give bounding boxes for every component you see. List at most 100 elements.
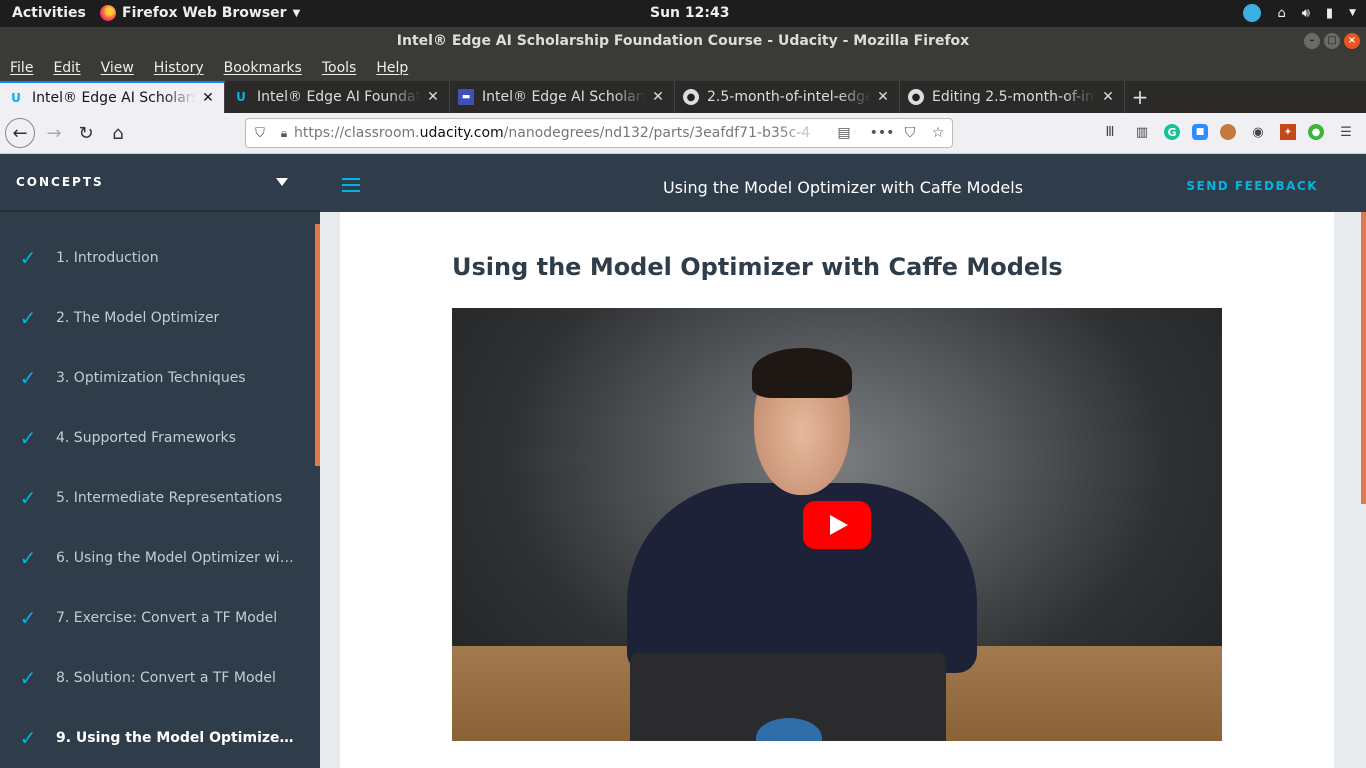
chevron-down-icon: ▼ bbox=[292, 7, 301, 19]
close-tab-icon[interactable]: ✕ bbox=[200, 90, 216, 106]
close-tab-icon[interactable]: ✕ bbox=[650, 89, 666, 105]
concept-label: 3. Optimization Techniques bbox=[56, 370, 246, 386]
activities-button[interactable]: Activities bbox=[12, 5, 86, 21]
check-icon: ✓ bbox=[19, 486, 37, 510]
app-menu[interactable]: Firefox Web Browser ▼ bbox=[100, 5, 300, 21]
concept-label: 1. Introduction bbox=[56, 250, 159, 266]
grammarly-icon[interactable]: G bbox=[1164, 124, 1180, 140]
window-title-bar: Intel® Edge AI Scholarship Foundation Co… bbox=[0, 27, 1366, 55]
send-feedback-link[interactable]: SEND FEEDBACK bbox=[1186, 179, 1318, 193]
tab-title: Editing 2.5-month-of-intel-edge-ai bbox=[932, 89, 1096, 105]
url-bar[interactable]: ⛉ 🔒︎ https://classroom.udacity.com/nanod… bbox=[245, 118, 953, 148]
back-button[interactable]: ← bbox=[5, 118, 35, 148]
menu-edit[interactable]: Edit bbox=[53, 60, 80, 76]
forward-button[interactable]: → bbox=[40, 119, 68, 147]
concept-label: 6. Using the Model Optimizer with ... bbox=[56, 550, 296, 566]
close-tab-icon[interactable]: ✕ bbox=[875, 89, 891, 105]
cookie-extension-icon[interactable] bbox=[1220, 124, 1236, 140]
menu-history[interactable]: History bbox=[154, 60, 204, 76]
video-frame-presenter-body bbox=[627, 483, 977, 673]
app-indicator-icon[interactable] bbox=[1243, 4, 1262, 22]
browser-tab[interactable]: U Intel® Edge AI Foundation Course ✕ bbox=[225, 81, 450, 113]
menu-bar: File Edit View History Bookmarks Tools H… bbox=[0, 55, 1366, 81]
github-icon: ● bbox=[683, 89, 699, 105]
page-actions-icon[interactable]: ••• bbox=[868, 125, 896, 141]
concept-item[interactable]: ✓ 6. Using the Model Optimizer with ... bbox=[0, 528, 315, 588]
concept-item[interactable]: ✓ 2. The Model Optimizer bbox=[0, 288, 315, 348]
concept-label: 4. Supported Frameworks bbox=[56, 430, 236, 446]
close-tab-icon[interactable]: ✕ bbox=[1100, 89, 1116, 105]
clock[interactable]: Sun 12:43 bbox=[650, 5, 729, 21]
close-window-icon[interactable]: × bbox=[1344, 33, 1360, 49]
concept-item[interactable]: ✓ 1. Introduction bbox=[0, 228, 315, 288]
concept-item[interactable]: ✓ 3. Optimization Techniques bbox=[0, 348, 315, 408]
browser-tab[interactable]: ● 2.5-month-of-intel-edge-ai ✕ bbox=[675, 81, 900, 113]
menu-help[interactable]: Help bbox=[376, 60, 408, 76]
check-icon: ✓ bbox=[19, 426, 37, 450]
menu-tools[interactable]: Tools bbox=[322, 60, 357, 76]
account-icon[interactable]: ◉ bbox=[1248, 122, 1268, 142]
chevron-down-icon[interactable] bbox=[276, 178, 288, 186]
lock-icon[interactable]: 🔒︎ bbox=[274, 126, 294, 141]
github-icon: ● bbox=[908, 89, 924, 105]
concept-label: 7. Exercise: Convert a TF Model bbox=[56, 610, 278, 626]
chevron-down-icon[interactable]: ▼ bbox=[1349, 8, 1356, 18]
play-icon bbox=[830, 515, 848, 535]
reload-button[interactable]: ↻ bbox=[72, 119, 100, 147]
volume-icon[interactable]: 🔊︎ bbox=[1302, 6, 1310, 21]
minimize-icon[interactable]: – bbox=[1304, 33, 1320, 49]
concept-item-current[interactable]: ✓ 9. Using the Model Optimizer wit... bbox=[0, 708, 315, 768]
concept-label: 5. Intermediate Representations bbox=[56, 490, 283, 506]
check-icon: ✓ bbox=[19, 246, 37, 270]
concepts-label: CONCEPTS bbox=[16, 175, 104, 189]
green-extension-icon[interactable]: ● bbox=[1308, 124, 1324, 140]
url-prefix: https://classroom. bbox=[294, 125, 420, 141]
play-button[interactable] bbox=[803, 501, 871, 549]
toolbar-right: Ⅲ ▥ G ■ ◉ ✦ ● ☰ bbox=[1100, 122, 1356, 142]
network-icon[interactable]: ⌂ bbox=[1277, 6, 1285, 21]
concept-item[interactable]: ✓ 4. Supported Frameworks bbox=[0, 408, 315, 468]
battery-icon[interactable]: ▮ bbox=[1326, 6, 1333, 21]
tab-title: Intel® Edge AI Scholarship Foundation Co… bbox=[32, 90, 196, 106]
library-icon[interactable]: Ⅲ bbox=[1100, 122, 1120, 142]
hamburger-menu-icon[interactable]: ☰ bbox=[1336, 122, 1356, 142]
tab-strip: U Intel® Edge AI Scholarship Foundation … bbox=[0, 81, 1366, 113]
udacity-icon: U bbox=[236, 90, 246, 104]
concept-header-bar: Using the Model Optimizer with Caffe Mod… bbox=[320, 154, 1366, 212]
concept-item[interactable]: ✓ 5. Intermediate Representations bbox=[0, 468, 315, 528]
page-icon: ▬ bbox=[458, 89, 474, 105]
menu-bookmarks[interactable]: Bookmarks bbox=[224, 60, 302, 76]
concepts-header[interactable]: CONCEPTS bbox=[0, 154, 320, 212]
zoom-extension-icon[interactable]: ■ bbox=[1192, 124, 1208, 140]
maximize-icon[interactable]: □ bbox=[1324, 33, 1340, 49]
menu-file[interactable]: File bbox=[10, 60, 33, 76]
sidebar-icon[interactable]: ▥ bbox=[1132, 122, 1152, 142]
udacity-icon: U bbox=[11, 91, 21, 105]
new-tab-button[interactable]: + bbox=[1125, 81, 1155, 113]
reader-view-icon[interactable]: ▤ bbox=[830, 125, 858, 141]
check-icon: ✓ bbox=[19, 666, 37, 690]
check-icon: ✓ bbox=[19, 366, 37, 390]
browser-tab[interactable]: ▬ Intel® Edge AI Scholarship ✕ bbox=[450, 81, 675, 113]
concept-item[interactable]: ✓ 7. Exercise: Convert a TF Model bbox=[0, 588, 315, 648]
concept-item[interactable]: ✓ 8. Solution: Convert a TF Model bbox=[0, 648, 315, 708]
youtube-video-player[interactable] bbox=[452, 308, 1222, 741]
menu-view[interactable]: View bbox=[101, 60, 134, 76]
tracking-protection-icon[interactable]: ⛉ bbox=[246, 126, 274, 141]
url-text[interactable]: https://classroom.udacity.com/nanodegree… bbox=[294, 125, 830, 141]
extension-icon[interactable]: ✦ bbox=[1280, 124, 1296, 140]
check-icon: ✓ bbox=[19, 306, 37, 330]
browser-tab[interactable]: ● Editing 2.5-month-of-intel-edge-ai ✕ bbox=[900, 81, 1125, 113]
concept-label: 9. Using the Model Optimizer wit... bbox=[56, 730, 296, 746]
bookmark-star-icon[interactable]: ☆ bbox=[924, 125, 952, 141]
browser-tab[interactable]: U Intel® Edge AI Scholarship Foundation … bbox=[0, 81, 225, 113]
home-button[interactable]: ⌂ bbox=[104, 119, 132, 147]
url-domain: udacity.com bbox=[419, 125, 504, 141]
close-tab-icon[interactable]: ✕ bbox=[425, 89, 441, 105]
system-tray: ⌂ 🔊︎ ▮ ▼ bbox=[1243, 4, 1356, 22]
page-title: Using the Model Optimizer with Caffe Mod… bbox=[452, 253, 1063, 281]
pocket-icon[interactable]: ⛉ bbox=[896, 125, 924, 141]
tab-title: 2.5-month-of-intel-edge-ai bbox=[707, 89, 871, 105]
url-path: /nanodegrees/nd132/parts/3eafdf71-b35c-4 bbox=[503, 125, 811, 141]
page-scrollbar[interactable] bbox=[1361, 212, 1366, 504]
